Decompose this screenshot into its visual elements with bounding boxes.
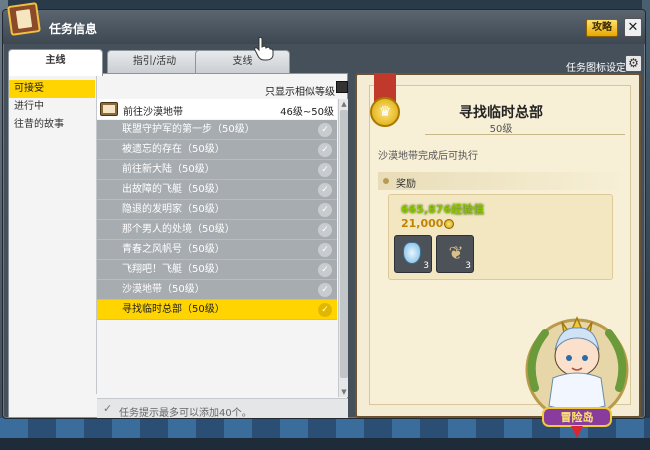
region-header[interactable]: 前往沙漠地带 46级~50级 (97, 99, 337, 119)
window-title: 任务信息 (49, 22, 98, 36)
item-count: 3 (465, 261, 471, 271)
quest-name: 那个男人的处境（50级） (122, 224, 235, 235)
list-item[interactable]: 联盟守护军的第一步（50级） ✓ (97, 120, 337, 140)
similar-level-checkbox[interactable] (336, 81, 348, 93)
category-available[interactable]: 可接受 (9, 80, 95, 98)
region-book-icon (100, 102, 118, 116)
quest-name: 寻找临时总部（50级） (122, 304, 225, 315)
quest-area: 前往沙漠地带 46级~50级 联盟守护军的第一步（50级） ✓ 被遗忘的存在（50… (97, 99, 348, 397)
quest-detail-title: 寻找临时总部 (459, 105, 543, 121)
list-item[interactable]: 被遗忘的存在（50级） ✓ (97, 140, 337, 160)
check-icon: ✓ (318, 183, 332, 197)
gear-icon[interactable]: ⚙ (625, 55, 642, 72)
title-underline (425, 134, 625, 135)
quest-name: 联盟守护军的第一步（50级） (122, 124, 255, 135)
check-icon: ✓ (318, 263, 332, 277)
check-icon: ✓ (318, 143, 332, 157)
tab-side-quest[interactable]: 支线 (195, 50, 290, 74)
quest-name: 沙漠地带（50级） (122, 284, 205, 295)
region-level-range: 46级~50级 (280, 107, 334, 118)
mascot-logo-text: 冒险岛 (561, 410, 594, 424)
quest-tip-footer: ✓ 任务提示最多可以添加40个。 (97, 398, 348, 419)
quest-list: 联盟守护军的第一步（50级） ✓ 被遗忘的存在（50级） ✓ 前往新大陆（50级） ✓… (97, 120, 337, 320)
quest-name: 出故障的飞艇（50级） (122, 184, 225, 195)
scroll-down-icon[interactable]: ▼ (339, 387, 349, 397)
scroll-up-icon[interactable]: ▲ (339, 99, 349, 109)
check-icon: ✓ (318, 283, 332, 297)
list-item[interactable]: 前往新大陆（50级） ✓ (97, 160, 337, 180)
tab-main-quest[interactable]: 主线 (8, 49, 103, 76)
quest-condition: 沙漠地带完成后可执行 (378, 151, 478, 162)
potion-icon (403, 242, 421, 264)
category-past-stories[interactable]: 往昔的故事 (9, 116, 95, 134)
check-icon: ✓ (318, 223, 332, 237)
quest-book-icon (7, 2, 41, 36)
check-icon: ✓ (318, 303, 332, 317)
quest-name: 飞翔吧！飞艇（50级） (122, 264, 225, 275)
checkmark-icon: ✓ (103, 402, 113, 415)
meso-coin-icon (444, 219, 454, 229)
check-icon: ✓ (318, 243, 332, 257)
reward-box: 665,876经验值 21,000 3 ❦ 3 (388, 194, 613, 280)
list-item[interactable]: 青春之风帆号（50级） ✓ (97, 240, 337, 260)
quest-detail-level: 50级 (489, 124, 513, 135)
list-item-selected[interactable]: 寻找临时总部（50级） ✓ (97, 300, 337, 320)
reward-label: 奖励 (396, 179, 416, 190)
check-icon: ✓ (318, 163, 332, 177)
reward-bullet-icon (383, 178, 389, 184)
reward-meso: 21,000 (401, 217, 444, 230)
list-item[interactable]: 沙漠地带（50级） ✓ (97, 280, 337, 300)
reward-item-slot[interactable]: ❦ 3 (436, 235, 474, 273)
check-icon: ✓ (318, 123, 332, 137)
category-list: 可接受 进行中 往昔的故事 (9, 80, 95, 400)
reward-exp: 665,876经验值 (401, 203, 485, 216)
list-item[interactable]: 飞翔吧！飞艇（50级） ✓ (97, 260, 337, 280)
category-in-progress[interactable]: 进行中 (9, 98, 95, 116)
guide-button[interactable]: 攻略 (586, 19, 618, 37)
quest-list-scrollbar[interactable]: ▲ ▼ (338, 99, 348, 397)
gold-medal-icon: ♛ (370, 97, 400, 127)
pointer-hand-icon (254, 36, 274, 61)
check-icon: ✓ (318, 203, 332, 217)
window-titlebar[interactable]: 任务信息 攻略 ✕ (3, 2, 645, 44)
quest-name: 隐退的发明家（50级） (122, 204, 225, 215)
quest-tip-limit-text: 任务提示最多可以添加40个。 (119, 408, 252, 419)
list-item[interactable]: 隐退的发明家（50级） ✓ (97, 200, 337, 220)
close-button[interactable]: ✕ (624, 18, 642, 37)
similar-level-label: 只显示相似等级 (265, 87, 335, 98)
leaf-icon: ❦ (448, 243, 464, 264)
list-item[interactable]: 那个男人的处境（50级） ✓ (97, 220, 337, 240)
quest-icon-settings-label: 任务图标设定 (566, 63, 626, 74)
list-item[interactable]: 出故障的飞艇（50级） ✓ (97, 180, 337, 200)
quest-name: 前往新大陆（50级） (122, 164, 215, 175)
item-count: 3 (423, 261, 429, 271)
region-name: 前往沙漠地带 (123, 107, 183, 118)
mascot-logo: 冒险岛 (525, 316, 629, 438)
quest-name: 被遗忘的存在（50级） (122, 144, 225, 155)
reward-item-slot[interactable]: 3 (394, 235, 432, 273)
quest-name: 青春之风帆号（50级） (122, 244, 225, 255)
tab-guide-event[interactable]: 指引/活动 (107, 50, 202, 74)
scroll-thumb[interactable] (340, 110, 348, 378)
quest-list-panel: 可接受 进行中 往昔的故事 只显示相似等级 前往沙漠地带 46级~50级 联盟守… (8, 73, 348, 419)
